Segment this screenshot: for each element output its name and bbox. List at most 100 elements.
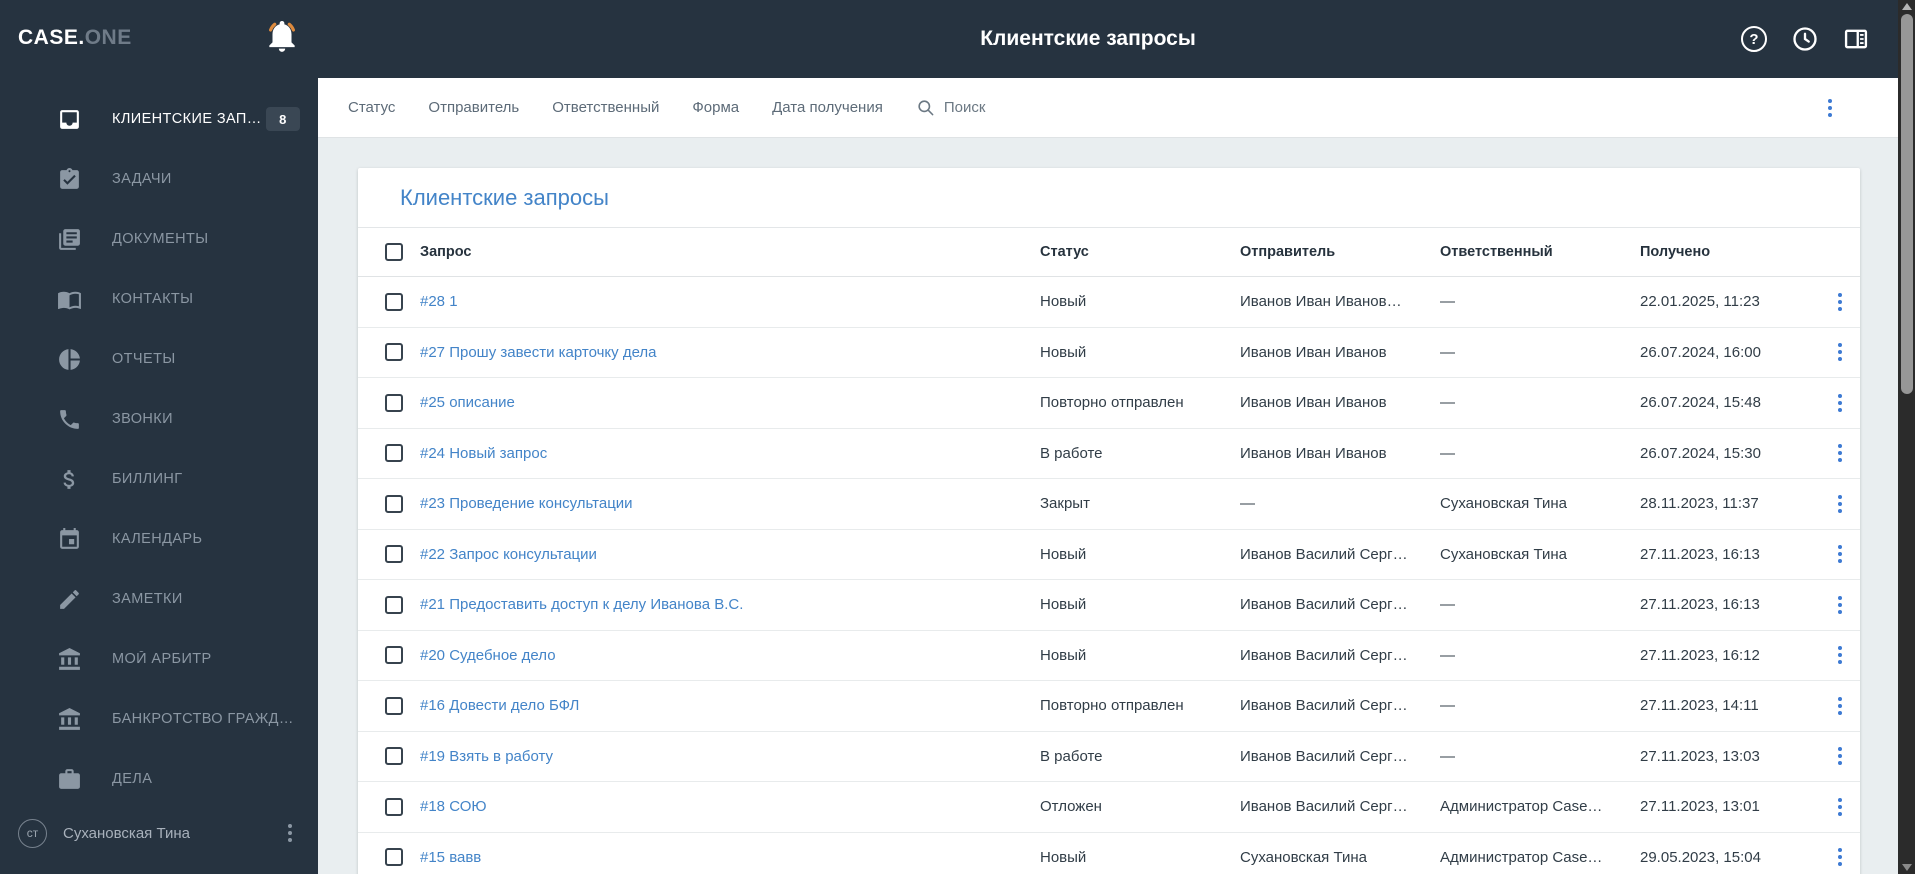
sidebar-item-label: БАНКРОТСТВО ГРАЖДАН И … — [112, 711, 300, 727]
request-responsible: — — [1440, 394, 1455, 412]
layout-panel-icon[interactable] — [1842, 25, 1870, 53]
sidebar-item-contacts[interactable]: КОНТАКТЫ — [0, 269, 318, 329]
sidebar-item-label: МОЙ АРБИТР — [112, 651, 212, 667]
user-row[interactable]: ст Сухановская Тина — [0, 811, 318, 855]
request-status: Новый — [1040, 545, 1087, 563]
filter-status[interactable]: Статус — [348, 99, 395, 116]
filter-sender[interactable]: Отправитель — [428, 99, 519, 116]
sidebar-item-billing[interactable]: БИЛЛИНГ — [0, 449, 318, 509]
row-checkbox[interactable] — [385, 494, 403, 513]
sidebar-item-label: КЛИЕНТСКИЕ ЗАПРОСЫ — [112, 111, 266, 127]
request-title-link[interactable]: #22 Запрос консультации — [420, 546, 1040, 563]
request-title-link[interactable]: #15 вавв — [420, 849, 1040, 866]
request-title-link[interactable]: #19 Взять в работу — [420, 748, 1040, 765]
search-control[interactable]: Поиск — [916, 98, 986, 117]
row-actions-kebab-icon[interactable] — [1834, 390, 1846, 416]
requests-card: Клиентские запросы Запрос Статус Отправи… — [358, 168, 1860, 874]
page-scrollbar[interactable] — [1898, 0, 1915, 874]
row-checkbox[interactable] — [385, 848, 403, 867]
scroll-up-arrow-icon[interactable] — [1901, 3, 1912, 10]
request-title-link[interactable]: #25 описание — [420, 394, 1040, 411]
briefcase-icon — [59, 768, 80, 789]
table-row: #23 Проведение консультации Закрыт — Сух… — [358, 479, 1860, 530]
row-checkbox[interactable] — [385, 646, 403, 665]
request-status: В работе — [1040, 747, 1103, 765]
sidebar-item-documents[interactable]: ДОКУМЕНТЫ — [0, 209, 318, 269]
request-sender: Иванов Василий Серг… — [1240, 596, 1408, 614]
request-title-link[interactable]: #20 Судебное дело — [420, 647, 1040, 664]
sidebar-item-client-requests[interactable]: КЛИЕНТСКИЕ ЗАПРОСЫ 8 — [0, 89, 318, 149]
row-actions-kebab-icon[interactable] — [1834, 592, 1846, 618]
row-checkbox[interactable] — [385, 545, 403, 564]
filter-responsible[interactable]: Ответственный — [552, 99, 659, 116]
request-status: Новый — [1040, 646, 1087, 664]
request-title-link[interactable]: #23 Проведение консультации — [420, 495, 1040, 512]
filter-received-date[interactable]: Дата получения — [772, 99, 883, 116]
table-row: #24 Новый запрос В работе Иванов Иван Ив… — [358, 429, 1860, 479]
sidebar-item-label: КОНТАКТЫ — [112, 291, 194, 307]
row-actions-kebab-icon[interactable] — [1834, 642, 1846, 668]
request-received: 26.07.2024, 16:00 — [1640, 343, 1761, 361]
filter-form[interactable]: Форма — [692, 99, 739, 116]
row-actions-kebab-icon[interactable] — [1834, 794, 1846, 820]
row-checkbox[interactable] — [385, 797, 403, 816]
row-actions-kebab-icon[interactable] — [1834, 844, 1846, 870]
select-all-checkbox[interactable] — [385, 243, 403, 261]
request-received: 27.11.2023, 16:13 — [1640, 596, 1760, 614]
sidebar-item-notes[interactable]: ЗАМЕТКИ — [0, 569, 318, 629]
inbox-icon — [60, 109, 79, 129]
request-status: Отложен — [1040, 798, 1102, 816]
request-sender: Иванов Василий Серг… — [1240, 798, 1408, 816]
user-menu-kebab-icon[interactable] — [284, 820, 296, 846]
phone-icon — [60, 409, 79, 429]
sidebar-item-label: ОТЧЕТЫ — [112, 351, 176, 367]
request-sender: Иванов Иван Иванов — [1240, 394, 1387, 412]
col-header-received: Получено — [1640, 244, 1711, 260]
request-title-link[interactable]: #24 Новый запрос — [420, 445, 1040, 462]
row-checkbox[interactable] — [385, 343, 403, 362]
row-actions-kebab-icon[interactable] — [1834, 693, 1846, 719]
sidebar-item-tasks[interactable]: ЗАДАЧИ — [0, 149, 318, 209]
row-checkbox[interactable] — [385, 292, 403, 311]
notifications-bell-icon[interactable] — [263, 17, 301, 55]
request-title-link[interactable]: #21 Предоставить доступ к делу Иванова В… — [420, 596, 1040, 613]
row-actions-kebab-icon[interactable] — [1834, 440, 1846, 466]
row-checkbox[interactable] — [385, 747, 403, 766]
pie-chart-icon — [59, 348, 80, 370]
request-received: 27.11.2023, 14:11 — [1640, 697, 1759, 715]
sidebar-item-calendar[interactable]: КАЛЕНДАРЬ — [0, 509, 318, 569]
filter-options-kebab-icon[interactable] — [1824, 95, 1836, 121]
sidebar-item-cases[interactable]: ДЕЛА — [0, 749, 318, 809]
request-status: В работе — [1040, 444, 1103, 462]
request-title-link[interactable]: #18 СОЮ — [420, 798, 1040, 815]
row-actions-kebab-icon[interactable] — [1834, 289, 1846, 315]
request-title-link[interactable]: #28 1 — [420, 293, 1040, 310]
search-placeholder: Поиск — [943, 99, 986, 116]
sidebar-item-bankruptcy[interactable]: БАНКРОТСТВО ГРАЖДАН И … — [0, 689, 318, 749]
row-actions-kebab-icon[interactable] — [1834, 339, 1846, 365]
request-title-link[interactable]: #16 Довести дело БФЛ — [420, 697, 1040, 714]
row-actions-kebab-icon[interactable] — [1834, 491, 1846, 517]
table-row: #28 1 Новый Иванов Иван Иванов… — 22.01.… — [358, 277, 1860, 328]
request-received: 22.01.2025, 11:23 — [1640, 293, 1760, 311]
request-title-link[interactable]: #27 Прошу завести карточку дела — [420, 344, 1040, 361]
request-responsible: Сухановская Тина — [1440, 545, 1567, 563]
col-header-sender: Отправитель — [1240, 244, 1336, 260]
row-actions-kebab-icon[interactable] — [1834, 541, 1846, 567]
sidebar-item-my-arbitr[interactable]: МОЙ АРБИТР — [0, 629, 318, 689]
row-actions-kebab-icon[interactable] — [1834, 743, 1846, 769]
request-responsible: Сухановская Тина — [1440, 495, 1567, 513]
help-icon[interactable]: ? — [1740, 25, 1768, 53]
row-checkbox[interactable] — [385, 696, 403, 715]
sidebar-item-calls[interactable]: ЗВОНКИ — [0, 389, 318, 449]
request-responsible: — — [1440, 343, 1455, 361]
scrollbar-thumb[interactable] — [1900, 14, 1913, 394]
sidebar-item-reports[interactable]: ОТЧЕТЫ — [0, 329, 318, 389]
filter-bar: Статус Отправитель Ответственный Форма Д… — [318, 78, 1898, 138]
row-checkbox[interactable] — [385, 595, 403, 614]
scroll-down-arrow-icon[interactable] — [1901, 864, 1912, 871]
requests-count-badge: 8 — [266, 107, 300, 131]
history-clock-icon[interactable] — [1791, 25, 1819, 53]
row-checkbox[interactable] — [385, 393, 403, 412]
row-checkbox[interactable] — [385, 444, 403, 463]
